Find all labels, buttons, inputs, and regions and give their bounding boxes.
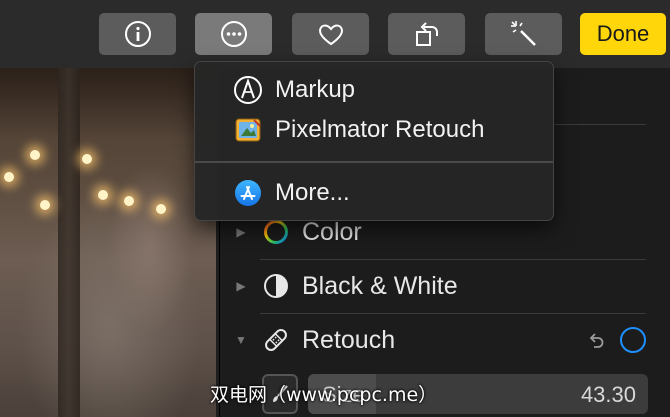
- menu-item-label: More...: [275, 179, 350, 206]
- light-bulb: [4, 172, 14, 182]
- revert-icon[interactable]: [586, 330, 606, 350]
- more-menu: Markup Pixelmator Retouch More...: [194, 61, 554, 221]
- section-black-white[interactable]: ▶ Black & White: [220, 259, 670, 313]
- disclosure-right-icon[interactable]: ▶: [234, 279, 248, 293]
- rotate-icon: [415, 22, 438, 46]
- toolbar: Done: [0, 0, 670, 68]
- menu-item-more[interactable]: More...: [195, 173, 553, 213]
- menu-item-markup[interactable]: Markup: [195, 70, 553, 110]
- pixelmator-icon: [233, 115, 263, 145]
- light-bulb: [40, 200, 50, 210]
- section-label: Color: [302, 217, 362, 246]
- info-button[interactable]: [99, 13, 176, 55]
- heart-icon: [318, 24, 343, 46]
- section-label: Black & White: [302, 271, 458, 300]
- done-button[interactable]: Done: [580, 13, 666, 55]
- retouch-toggle[interactable]: [620, 327, 646, 353]
- menu-item-label: Pixelmator Retouch: [275, 116, 485, 143]
- app-store-icon: [233, 178, 263, 208]
- light-bulb: [156, 204, 166, 214]
- watermark-text: 双电网（www.pcpc.me）: [210, 384, 438, 406]
- black-white-icon: [262, 272, 290, 300]
- enhance-button[interactable]: [485, 13, 562, 55]
- light-bulb: [82, 154, 92, 164]
- slider-value: 43.30: [580, 382, 636, 407]
- menu-item-label: Markup: [275, 76, 356, 103]
- markup-icon: [233, 75, 263, 105]
- menu-item-pixelmator-retouch[interactable]: Pixelmator Retouch: [195, 110, 553, 150]
- magic-wand-icon: [510, 21, 536, 46]
- disclosure-right-icon[interactable]: ▶: [234, 225, 248, 239]
- ellipsis-circle-icon: [220, 21, 247, 47]
- photo-canvas[interactable]: [0, 68, 216, 417]
- photo-pole: [58, 68, 80, 417]
- disclosure-down-icon[interactable]: ▼: [234, 333, 248, 347]
- section-label: Retouch: [302, 325, 396, 354]
- menu-divider: [195, 161, 553, 163]
- color-wheel-icon: [262, 218, 290, 246]
- rotate-button[interactable]: [388, 13, 465, 55]
- section-retouch[interactable]: ▼ Retouch: [220, 313, 670, 367]
- more-button[interactable]: [195, 13, 272, 55]
- light-bulb: [98, 190, 108, 200]
- info-icon: [124, 21, 151, 47]
- light-bulb: [124, 196, 134, 206]
- favorite-button[interactable]: [292, 13, 369, 55]
- bandage-icon: [262, 326, 290, 354]
- light-bulb: [30, 150, 40, 160]
